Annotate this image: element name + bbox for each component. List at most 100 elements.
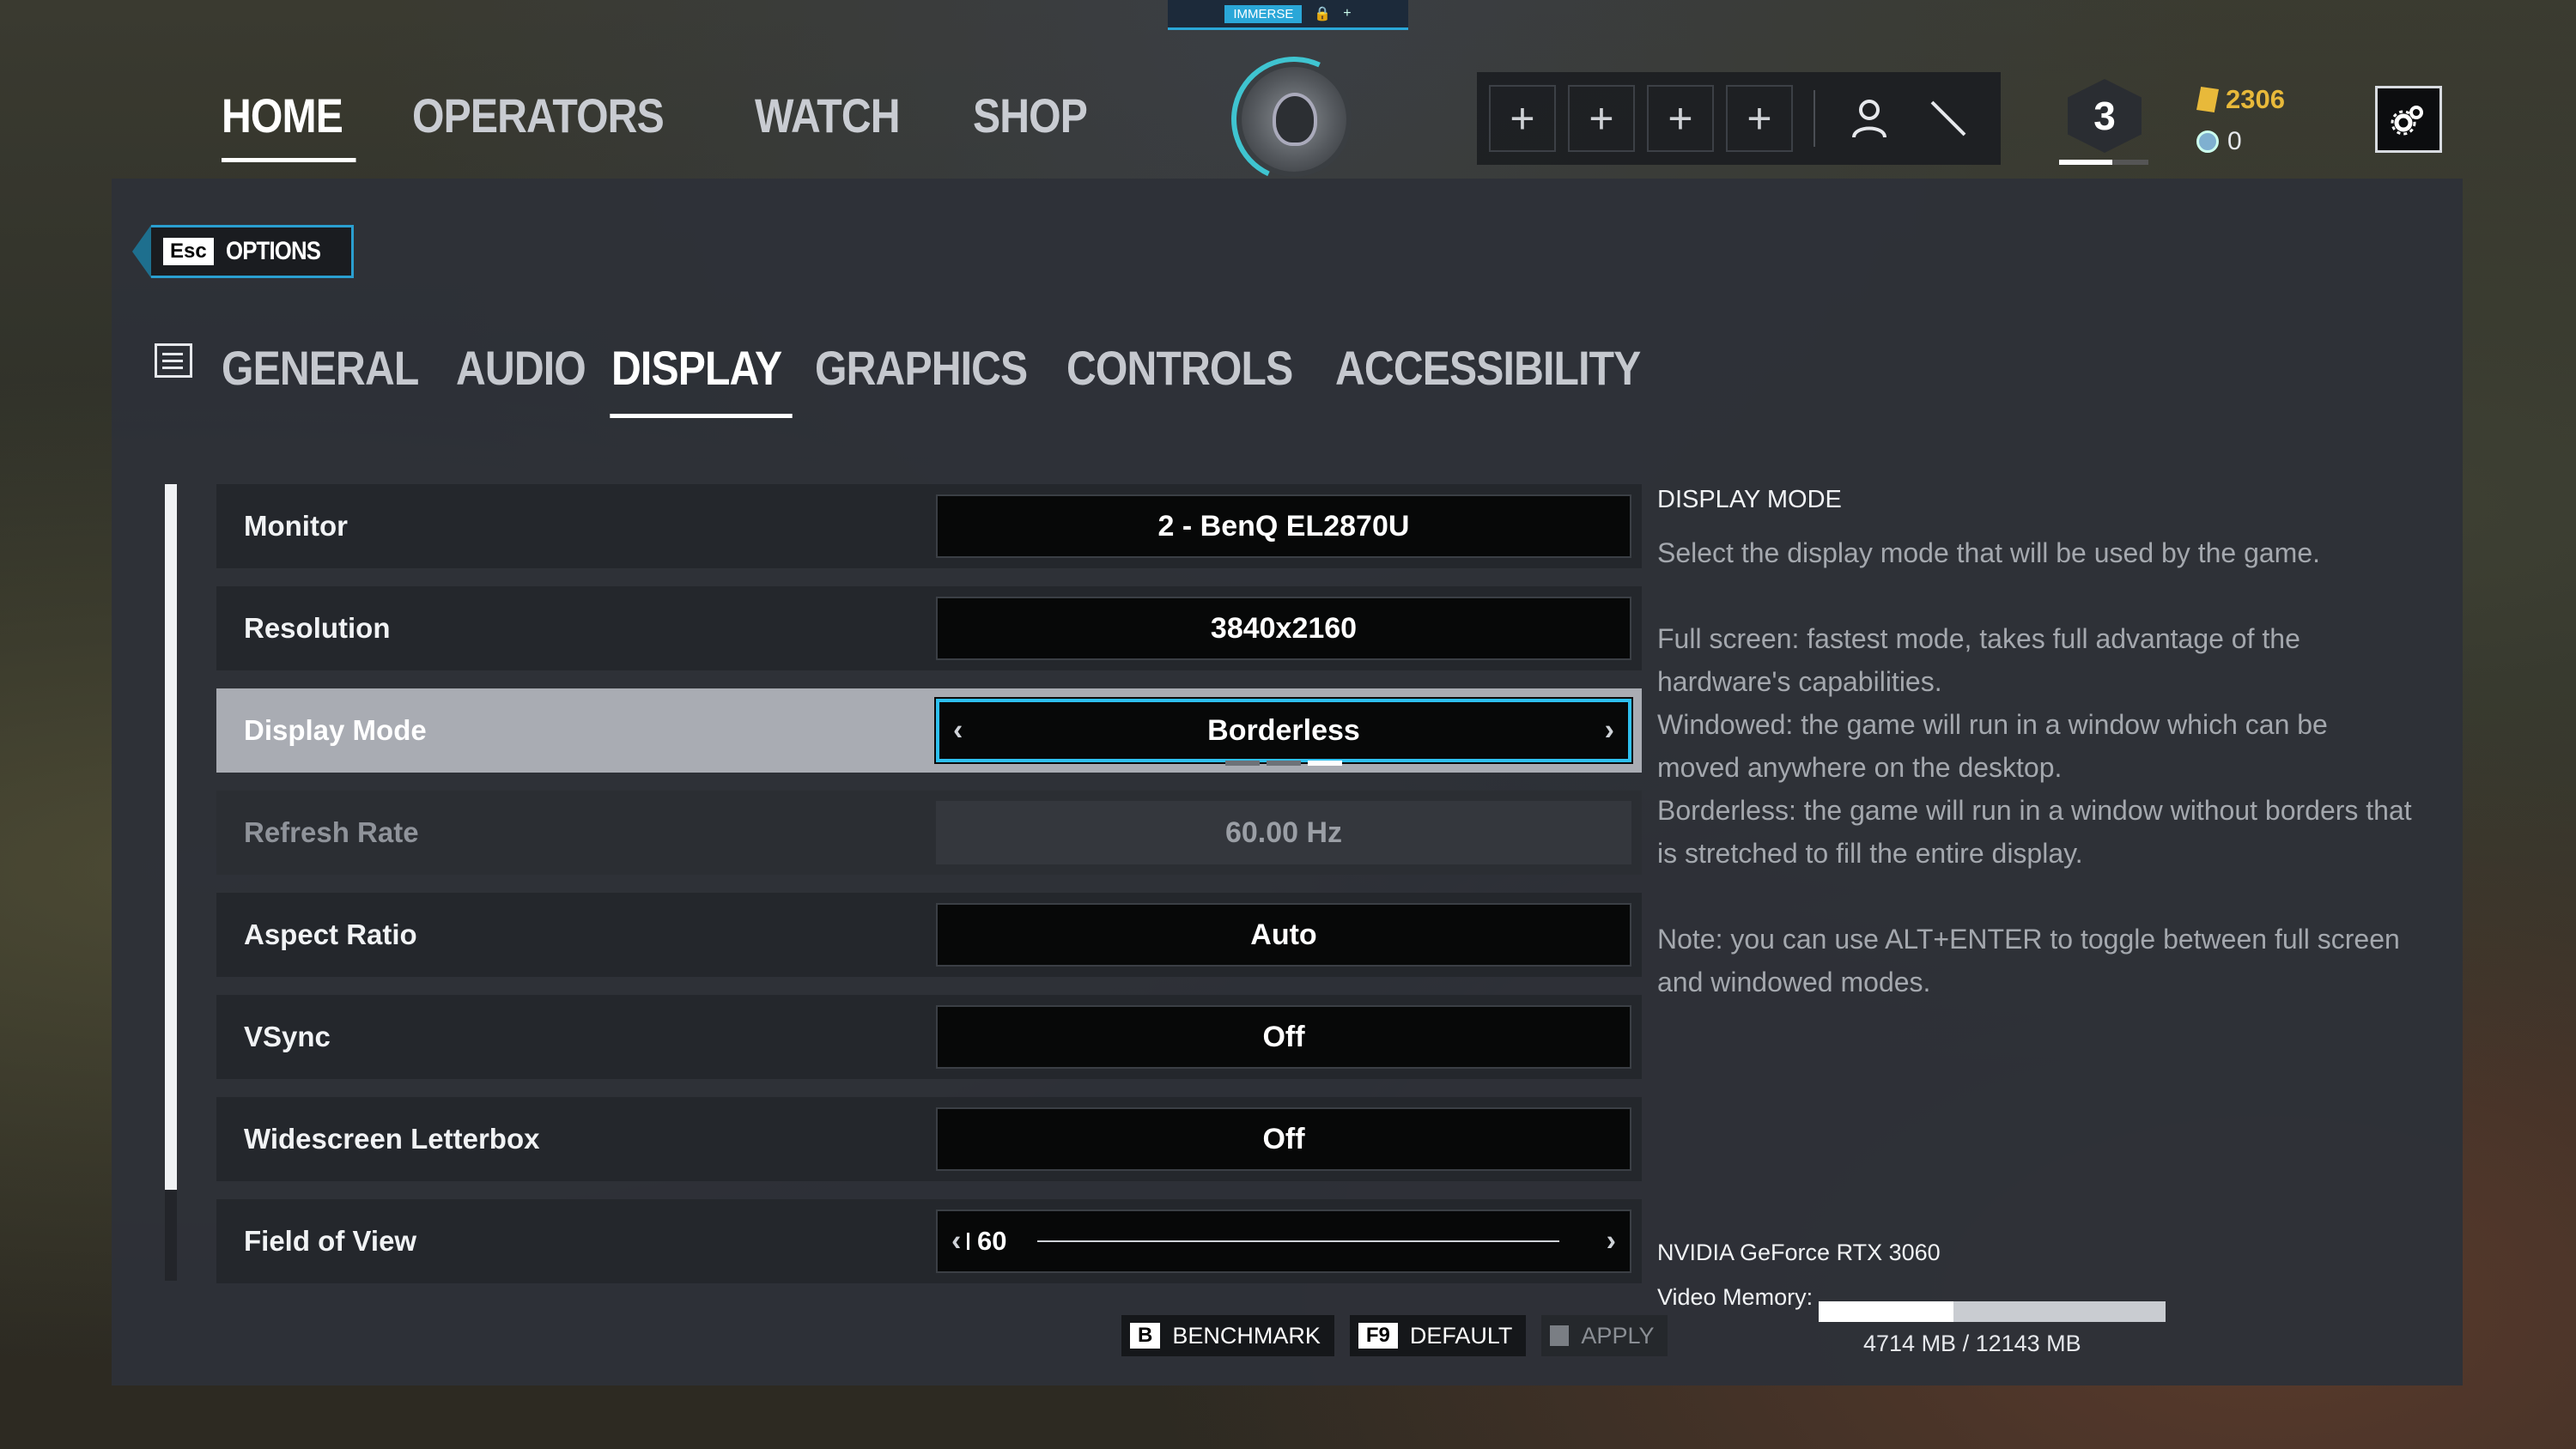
help-borderless: Borderless: the game will run in a windo… <box>1657 795 2412 869</box>
setting-aspect-ratio[interactable]: Aspect Ratio Auto <box>216 893 1642 977</box>
player-avatar[interactable] <box>1236 62 1352 177</box>
help-windowed: Windowed: the game will run in a window … <box>1657 709 2328 783</box>
fov-slider[interactable]: ‹ 60 › <box>936 1210 1631 1273</box>
option-indicator <box>1225 761 1342 766</box>
setting-label: Widescreen Letterbox <box>244 1123 540 1155</box>
lock-icon: 🔒 <box>1314 7 1332 21</box>
back-arrow <box>132 225 151 278</box>
apply-label: APPLY <box>1581 1322 1655 1349</box>
nav-shop[interactable]: SHOP <box>973 88 1088 143</box>
vsync-select[interactable]: Off <box>936 1005 1631 1069</box>
setting-resolution[interactable]: Resolution 3840x2160 <box>216 586 1642 670</box>
options-panel: Esc OPTIONS GENERAL AUDIO DISPLAY GRAPHI… <box>112 179 2463 1385</box>
nav-home[interactable]: HOME <box>222 88 356 162</box>
main-nav: HOME OPERATORS WATCH SHOP <box>222 88 1105 162</box>
key-hint: B <box>1130 1323 1161 1349</box>
setting-label: Field of View <box>244 1225 417 1257</box>
option-dot <box>1225 761 1260 766</box>
vram-bar-fill <box>1819 1301 1953 1322</box>
letterbox-select[interactable]: Off <box>936 1107 1631 1171</box>
tab-graphics[interactable]: GRAPHICS <box>815 340 1028 396</box>
tab-display[interactable]: DISPLAY <box>610 340 793 418</box>
help-full: Full screen: fastest mode, takes full ad… <box>1657 623 2300 697</box>
setting-field-of-view[interactable]: Field of View ‹ 60 › <box>216 1199 1642 1283</box>
resolution-select[interactable]: 3840x2160 <box>936 597 1631 660</box>
avatar-face <box>1273 93 1317 146</box>
action-bar: B BENCHMARK F9 DEFAULT APPLY <box>1121 1315 1668 1356</box>
setting-label: Aspect Ratio <box>244 919 417 950</box>
setting-vsync[interactable]: VSync Off <box>216 995 1642 1079</box>
benchmark-button[interactable]: B BENCHMARK <box>1121 1315 1334 1356</box>
scrollbar-thumb[interactable] <box>165 484 177 1190</box>
rank-progress <box>2059 160 2148 165</box>
chevron-right-icon[interactable]: › <box>1607 1225 1616 1258</box>
chevron-left-icon[interactable]: ‹ <box>951 1225 961 1258</box>
credits-display: 0 <box>2196 127 2242 156</box>
setting-label: Display Mode <box>244 714 427 746</box>
tab-controls[interactable]: CONTROLS <box>1066 340 1293 396</box>
renown-display: 2306 <box>2196 84 2285 115</box>
help-intro: Select the display mode that will be use… <box>1657 537 2320 568</box>
person-icon[interactable] <box>1836 85 1903 152</box>
squad-slot-1[interactable]: + <box>1489 85 1556 152</box>
fov-thumb[interactable] <box>967 1233 969 1250</box>
default-button[interactable]: F9 DEFAULT <box>1349 1315 1527 1356</box>
refresh-rate-select: 60.00 Hz <box>936 801 1631 864</box>
fov-track[interactable] <box>1037 1240 1559 1242</box>
squad-slot-4[interactable]: + <box>1726 85 1793 152</box>
back-button[interactable]: Esc OPTIONS <box>132 225 354 278</box>
squad-slot-3[interactable]: + <box>1647 85 1714 152</box>
settings-gear-button[interactable] <box>2375 86 2442 153</box>
squad-bar: + + + + <box>1477 72 2001 165</box>
setting-label: Refresh Rate <box>244 816 419 848</box>
rank-progress-fill <box>2059 160 2113 165</box>
benchmark-label: BENCHMARK <box>1172 1322 1321 1349</box>
key-hint <box>1550 1325 1570 1346</box>
renown-icon <box>2196 87 2219 112</box>
esc-key: Esc <box>163 238 214 265</box>
nav-watch[interactable]: WATCH <box>755 88 901 143</box>
fov-value: 60 <box>977 1226 1007 1256</box>
apply-button[interactable]: APPLY <box>1541 1315 1668 1356</box>
squad-divider <box>1814 90 1815 147</box>
brand-label: IMMERSE <box>1224 4 1303 23</box>
display-mode-select[interactable]: ‹ Borderless › <box>936 699 1631 766</box>
tab-audio[interactable]: AUDIO <box>456 340 586 396</box>
monitor-select[interactable]: 2 - BenQ EL2870U <box>936 494 1631 558</box>
squad-slot-2[interactable]: + <box>1568 85 1635 152</box>
option-dot <box>1308 761 1342 766</box>
chevron-left-icon[interactable]: ‹ <box>953 714 963 748</box>
credits-value: 0 <box>2227 127 2242 155</box>
setting-label: VSync <box>244 1021 331 1052</box>
key-hint: F9 <box>1358 1323 1398 1349</box>
default-label: DEFAULT <box>1409 1322 1513 1349</box>
gpu-name: NVIDIA GeForce RTX 3060 <box>1657 1240 1941 1265</box>
credits-icon <box>2196 130 2219 153</box>
display-mode-value: Borderless <box>1207 713 1360 747</box>
nav-operators[interactable]: OPERATORS <box>412 88 665 143</box>
vram-text: 4714 MB / 12143 MB <box>1863 1331 2081 1356</box>
options-tabs: GENERAL AUDIO DISPLAY GRAPHICS CONTROLS … <box>222 340 1664 418</box>
slash-icon[interactable] <box>1915 85 1982 152</box>
setting-widescreen-letterbox[interactable]: Widescreen Letterbox Off <box>216 1097 1642 1181</box>
help-note: Note: you can use ALT+ENTER to toggle be… <box>1657 924 2400 997</box>
tab-accessibility[interactable]: ACCESSIBILITY <box>1335 340 1641 396</box>
help-panel: DISPLAY MODE Select the display mode tha… <box>1657 486 2413 1003</box>
tab-menu-icon[interactable] <box>155 343 192 378</box>
chevron-right-icon[interactable]: › <box>1605 714 1614 748</box>
setting-label: Resolution <box>244 612 391 644</box>
help-title: DISPLAY MODE <box>1657 486 1842 513</box>
renown-value: 2306 <box>2226 84 2285 114</box>
back-button-body: Esc OPTIONS <box>151 225 354 278</box>
aspect-ratio-select[interactable]: Auto <box>936 903 1631 967</box>
settings-list: Monitor 2 - BenQ EL2870U Resolution 3840… <box>216 484 1642 1301</box>
tab-general[interactable]: GENERAL <box>222 340 419 396</box>
setting-label: Monitor <box>244 510 348 542</box>
setting-display-mode[interactable]: Display Mode ‹ Borderless › <box>216 688 1642 773</box>
setting-monitor[interactable]: Monitor 2 - BenQ EL2870U <box>216 484 1642 568</box>
vram-label: Video Memory: <box>1657 1284 1814 1310</box>
options-title: OPTIONS <box>225 237 321 265</box>
rank-badge[interactable]: 3 <box>2068 79 2142 153</box>
